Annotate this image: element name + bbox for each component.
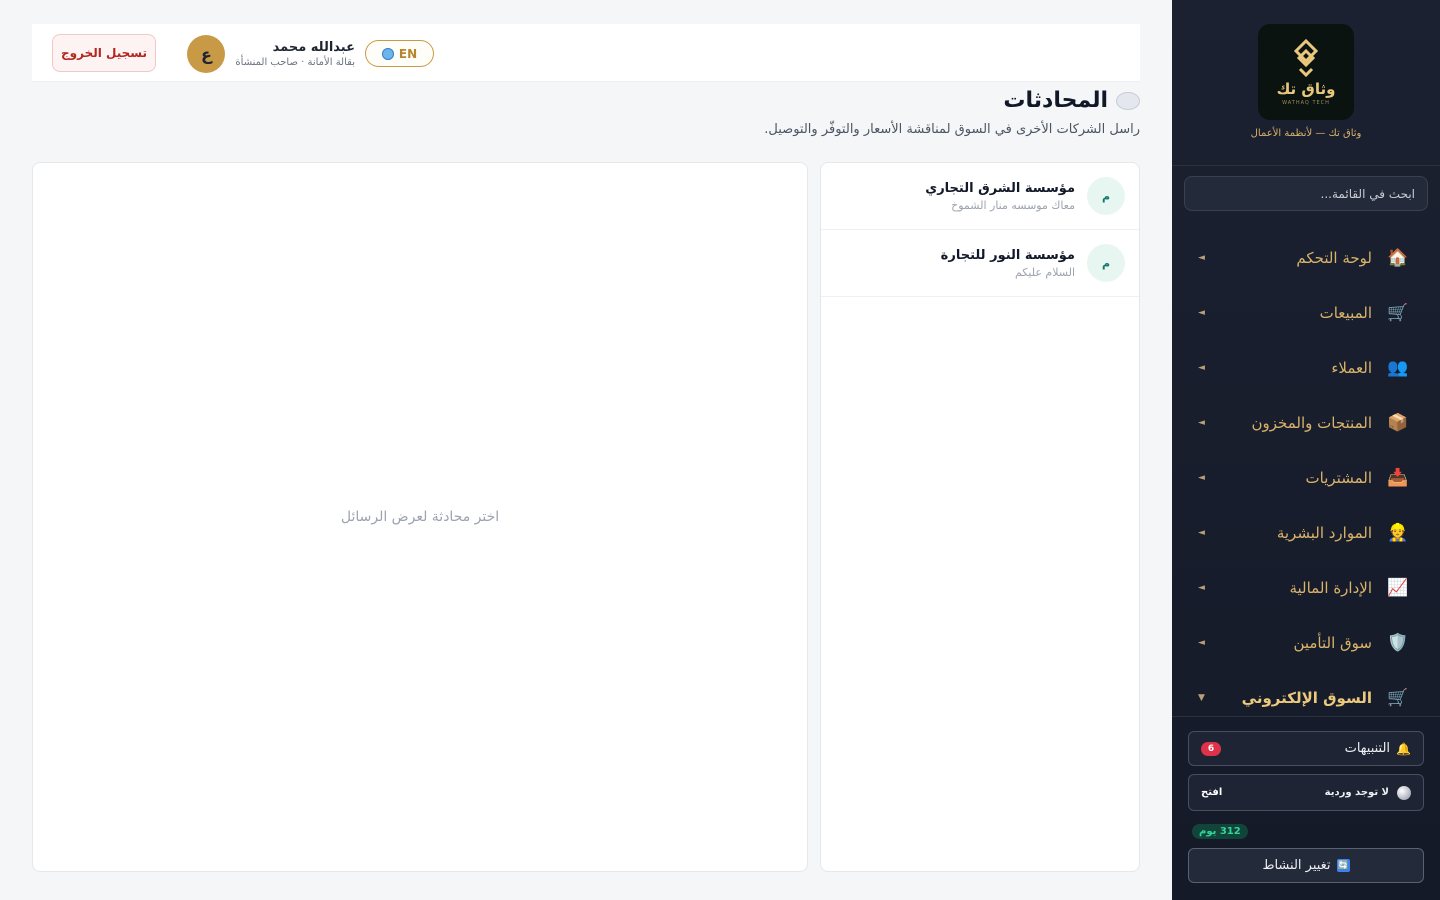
sidebar-item-label: المبيعات [1319,303,1372,322]
conversation-avatar: م [1087,244,1125,282]
chevron-left-icon: ◄ [1198,472,1205,483]
logo-subtext: WATHAQ TECH [1282,100,1330,106]
language-label: EN [398,46,418,61]
chevron-left-icon: ◄ [1198,637,1205,648]
chevron-left-icon: ◄ [1198,307,1205,318]
sidebar-item-label: لوحة التحكم [1296,248,1372,267]
change-activity-label: تغيير النشاط [1262,858,1331,873]
sidebar-footer: 🔔 التنبيهات 6 لا توجد وردية افتح 312 يوم… [1172,716,1440,900]
page-title: المحادثات [1003,88,1108,113]
messages-panel: اختر محادثة لعرض الرسائل [32,162,808,872]
cart-icon: 🛒 [1387,687,1409,708]
page-subtitle: راسل الشركات الأخرى في السوق لمناقشة الأ… [764,122,1140,137]
logo-mark-icon [1293,38,1319,78]
sidebar-item[interactable]: 👥 العملاء ◄ [1172,340,1440,395]
chart-icon: 📈 [1387,577,1409,598]
chevron-down-icon: ▼ [1198,692,1205,703]
sidebar-item[interactable]: 📥 المشتريات ◄ [1172,450,1440,505]
conversation-name: مؤسسة النور للتجارة [940,247,1075,263]
user-info: عبدالله محمد بقالة الأمانة · صاحب المنشأ… [235,40,355,68]
sidebar-item[interactable]: 📦 المنتجات والمخزون ◄ [1172,395,1440,450]
sidebar-item-label: السوق الإلكتروني [1241,688,1372,707]
chevron-left-icon: ◄ [1198,582,1205,593]
sidebar-item-label: سوق التأمين [1293,633,1372,652]
chevron-left-icon: ◄ [1198,252,1205,263]
shift-status-label: لا توجد وردية [1324,787,1389,798]
logo-text: وثاق تك [1276,80,1336,98]
logo[interactable]: وثاق تك WATHAQ TECH [1258,24,1354,120]
top-header: عبدالله محمد بقالة الأمانة · صاحب المنشأ… [32,24,1140,82]
empty-state-text: اختر محادثة لعرض الرسائل [340,509,500,525]
shift-status: لا توجد وردية افتح [1188,774,1424,811]
sidebar-item[interactable]: 🛒 المبيعات ◄ [1172,285,1440,340]
person-icon: 👷 [1387,522,1409,543]
shield-icon: 🛡️ [1387,632,1409,653]
logout-button[interactable]: تسجيل الخروج [52,34,156,72]
notifications-count-badge: 6 [1201,741,1221,756]
sidebar-item-label: الموارد البشرية [1276,523,1372,542]
chat-bubble-icon [1116,91,1140,110]
chevron-left-icon: ◄ [1198,527,1205,538]
refresh-icon: 🔄 [1336,859,1350,872]
sidebar-item[interactable]: 👷 الموارد البشرية ◄ [1172,505,1440,560]
users-icon: 👥 [1387,357,1409,378]
sidebar-item-label: العملاء [1331,358,1372,377]
user-role: بقالة الأمانة · صاحب المنشأة [235,57,355,68]
inbox-icon: 📥 [1387,467,1409,488]
conversation-avatar: م [1087,177,1125,215]
sidebar-item[interactable]: 🛡️ سوق التأمين ◄ [1172,615,1440,670]
chevron-left-icon: ◄ [1198,362,1205,373]
globe-icon [381,47,394,60]
user-name: عبدالله محمد [272,40,355,55]
days-remaining-badge: 312 يوم [1192,824,1248,839]
sidebar-item-label: المنتجات والمخزون [1251,413,1372,432]
conversation-name: مؤسسة الشرق التجاري [925,180,1075,196]
conversation-text: مؤسسة النور للتجارة السلام عليكم [941,248,1075,279]
cart-icon: 🛒 [1387,302,1409,323]
conversation-list: م مؤسسة الشرق التجاري معاك موسسه منار ال… [820,162,1140,872]
box-icon: 📦 [1387,412,1409,433]
page-heading: المحادثات [1003,88,1140,113]
notifications-label: التنبيهات [1344,741,1391,756]
language-toggle-button[interactable]: EN [365,40,434,67]
conversation-text: مؤسسة الشرق التجاري معاك موسسه منار الشم… [925,181,1075,212]
home-icon: 🏠 [1387,247,1409,268]
open-shift-button[interactable]: افتح [1201,787,1222,798]
change-activity-button[interactable]: 🔄 تغيير النشاط [1188,848,1424,883]
conversation-preview: السلام عليكم [1014,265,1075,279]
sidebar-item-label: المشتريات [1305,468,1372,487]
sidebar: وثاق تك WATHAQ TECH وثاق تك — لأنظمة الأ… [1172,0,1440,900]
shift-status-dot-icon [1397,785,1411,800]
sidebar-item-label: الإدارة المالية [1289,578,1372,597]
conversation-item[interactable]: م مؤسسة النور للتجارة السلام عليكم [821,230,1139,297]
sidebar-item[interactable]: 🏠 لوحة التحكم ◄ [1172,230,1440,285]
bell-icon: 🔔 [1396,741,1411,756]
sidebar-search-input[interactable]: ابحث في القائمة... [1184,176,1428,211]
sidebar-nav: 🏠 لوحة التحكم ◄ 🛒 المبيعات ◄ 👥 العملاء ◄ 📦 المنتجا… [1172,230,1440,725]
conversation-preview: معاك موسسه منار الشموخ [951,198,1075,212]
avatar[interactable]: ع [187,35,226,73]
conversation-item[interactable]: م مؤسسة الشرق التجاري معاك موسسه منار ال… [821,163,1139,230]
brand-tagline: وثاق تك — لأنظمة الأعمال [1250,128,1362,139]
sidebar-item[interactable]: 📈 الإدارة المالية ◄ [1172,560,1440,615]
notifications-button[interactable]: 🔔 التنبيهات 6 [1188,731,1424,766]
brand-area: وثاق تك WATHAQ TECH وثاق تك — لأنظمة الأ… [1172,0,1440,166]
user-profile[interactable]: عبدالله محمد بقالة الأمانة · صاحب المنشأ… [187,35,355,73]
chevron-left-icon: ◄ [1198,417,1205,428]
